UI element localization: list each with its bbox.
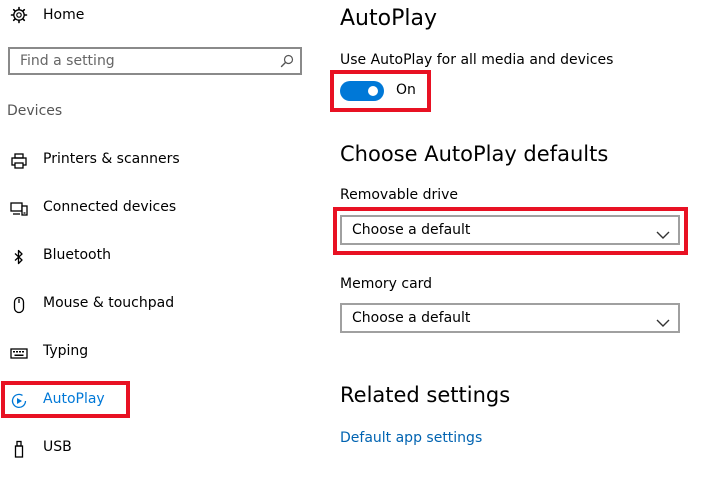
chevron-down-icon: [656, 313, 670, 327]
removable-drive-select[interactable]: Choose a default: [340, 215, 680, 245]
connected-devices-icon: [10, 200, 28, 218]
memory-card-label: Memory card: [340, 276, 433, 292]
sidebar-item-label: Bluetooth: [43, 247, 111, 263]
related-settings-heading: Related settings: [340, 383, 511, 407]
search-icon[interactable]: [280, 54, 294, 68]
sidebar-item-label: Connected devices: [43, 199, 177, 215]
sidebar-item-connected-devices[interactable]: Connected devices: [0, 188, 315, 228]
use-autoplay-label: Use AutoPlay for all media and devices: [340, 52, 614, 68]
defaults-heading: Choose AutoPlay defaults: [340, 142, 609, 166]
mouse-icon: [10, 296, 28, 314]
sidebar-item-label: Typing: [43, 343, 89, 359]
sidebar-item-printers[interactable]: Printers & scanners: [0, 140, 315, 180]
keyboard-icon: [10, 344, 28, 362]
gear-icon: [10, 6, 28, 24]
autoplay-toggle[interactable]: [340, 81, 384, 101]
search-input[interactable]: [10, 49, 270, 73]
sidebar-item-bluetooth[interactable]: Bluetooth: [0, 236, 315, 276]
removable-drive-label: Removable drive: [340, 187, 459, 203]
home-nav[interactable]: Home: [0, 0, 315, 32]
autoplay-icon: [10, 392, 28, 410]
toggle-state-label: On: [396, 82, 416, 98]
sidebar-item-usb[interactable]: USB: [0, 428, 315, 468]
memory-card-select[interactable]: Choose a default: [340, 303, 680, 333]
sidebar-item-autoplay[interactable]: AutoPlay: [0, 380, 315, 420]
usb-icon: [10, 440, 28, 458]
home-label: Home: [43, 7, 85, 23]
memory-card-value: Choose a default: [352, 310, 471, 326]
sidebar-item-label: Printers & scanners: [43, 151, 180, 167]
printer-icon: [10, 152, 28, 170]
default-app-settings-link[interactable]: Default app settings: [340, 430, 482, 446]
sidebar-item-mouse[interactable]: Mouse & touchpad: [0, 284, 315, 324]
toggle-knob: [368, 86, 378, 96]
chevron-down-icon: [656, 225, 670, 239]
removable-drive-value: Choose a default: [352, 222, 471, 238]
bluetooth-icon: [10, 248, 28, 266]
section-label: Devices: [7, 103, 63, 119]
sidebar-item-typing[interactable]: Typing: [0, 332, 315, 372]
page-title: AutoPlay: [340, 6, 437, 31]
sidebar-item-label: AutoPlay: [43, 391, 105, 407]
search-box[interactable]: [8, 47, 302, 75]
sidebar-item-label: Mouse & touchpad: [43, 295, 175, 311]
sidebar-item-label: USB: [43, 439, 72, 455]
